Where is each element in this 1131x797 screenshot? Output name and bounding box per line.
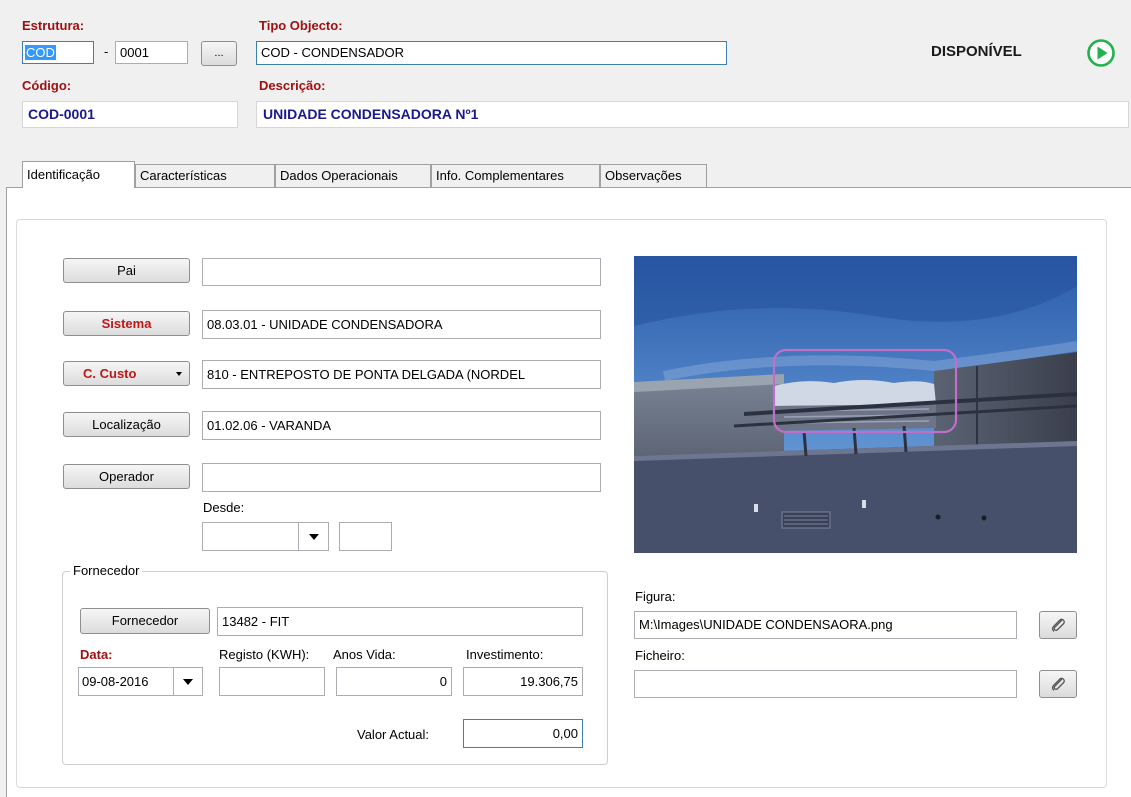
estrutura-label: Estrutura: [22, 18, 85, 33]
desde-dropdown-icon[interactable] [298, 523, 328, 550]
valor-actual-field[interactable]: 0,00 [463, 719, 583, 748]
data-value: 09-08-2016 [82, 674, 149, 689]
localizacao-button[interactable]: Localização [63, 412, 190, 437]
tab-dados-operacionais[interactable]: Dados Operacionais [275, 164, 431, 187]
figura-label: Figura: [635, 589, 676, 604]
codigo-label: Código: [22, 78, 72, 93]
c-custo-button[interactable]: C. Custo [63, 361, 190, 386]
localizacao-field[interactable]: 01.02.06 - VARANDA [202, 411, 601, 440]
data-dropdown-icon[interactable] [173, 668, 202, 695]
c-custo-field[interactable]: 810 - ENTREPOSTO DE PONTA DELGADA (NORDE… [202, 360, 601, 389]
figura-attach-button[interactable] [1039, 611, 1077, 639]
desde-date-combo[interactable] [202, 522, 329, 551]
c-custo-dropdown-icon [176, 372, 182, 376]
tipo-objecto-field[interactable]: COD - CONDENSADOR [256, 41, 727, 65]
tab-caracteristicas[interactable]: Características [135, 164, 275, 187]
status-badge: DISPONÍVEL [931, 43, 1022, 60]
c-custo-button-label: C. Custo [83, 366, 137, 381]
ficheiro-label: Ficheiro: [635, 648, 685, 663]
pai-button[interactable]: Pai [63, 258, 190, 283]
paperclip-icon [1051, 677, 1065, 691]
valor-actual-label: Valor Actual: [357, 727, 430, 742]
descricao-label: Descrição: [259, 78, 326, 93]
descricao-field: UNIDADE CONDENSADORA Nº1 [256, 101, 1129, 128]
browse-button[interactable]: ... [201, 41, 237, 66]
data-label: Data: [80, 647, 113, 662]
figura-field[interactable]: M:\Images\UNIDADE CONDENSAORA.png [634, 611, 1017, 639]
anos-vida-label: Anos Vida: [333, 647, 396, 662]
sistema-button[interactable]: Sistema [63, 311, 190, 336]
fornecedor-field[interactable]: 13482 - FIT [217, 607, 583, 636]
desde-time-field[interactable] [339, 522, 392, 551]
paperclip-icon [1051, 618, 1065, 632]
sistema-field[interactable]: 08.03.01 - UNIDADE CONDENSADORA [202, 310, 601, 339]
operador-field[interactable] [202, 463, 601, 492]
codigo-field: COD-0001 [22, 101, 238, 128]
tab-observacoes[interactable]: Observações [600, 164, 707, 187]
desde-label: Desde: [203, 500, 245, 515]
operador-button[interactable]: Operador [63, 464, 190, 489]
ficheiro-attach-button[interactable] [1039, 670, 1077, 698]
tab-identificacao[interactable]: Identificação [22, 161, 135, 188]
ficheiro-field[interactable] [634, 670, 1017, 698]
anos-vida-field[interactable]: 0 [336, 667, 452, 696]
estrutura-separator: - [104, 44, 109, 59]
data-combo[interactable]: 09-08-2016 [78, 667, 203, 696]
fornecedor-group-title: Fornecedor [70, 563, 143, 578]
investimento-label: Investimento: [466, 647, 544, 662]
estrutura-code-selected: COD [25, 45, 56, 60]
fornecedor-button[interactable]: Fornecedor [80, 608, 210, 634]
pai-field[interactable] [202, 258, 601, 286]
estrutura-number-field[interactable]: 0001 [115, 41, 188, 64]
tab-info-complementares[interactable]: Info. Complementares [431, 164, 600, 187]
estrutura-code-field[interactable]: COD [22, 41, 94, 64]
tipo-objecto-label: Tipo Objecto: [259, 18, 343, 33]
registo-field[interactable] [219, 667, 325, 696]
object-photo [634, 256, 1077, 553]
registo-label: Registo (KWH): [219, 647, 310, 662]
play-status-icon[interactable] [1086, 38, 1116, 68]
investimento-field[interactable]: 19.306,75 [463, 667, 583, 696]
